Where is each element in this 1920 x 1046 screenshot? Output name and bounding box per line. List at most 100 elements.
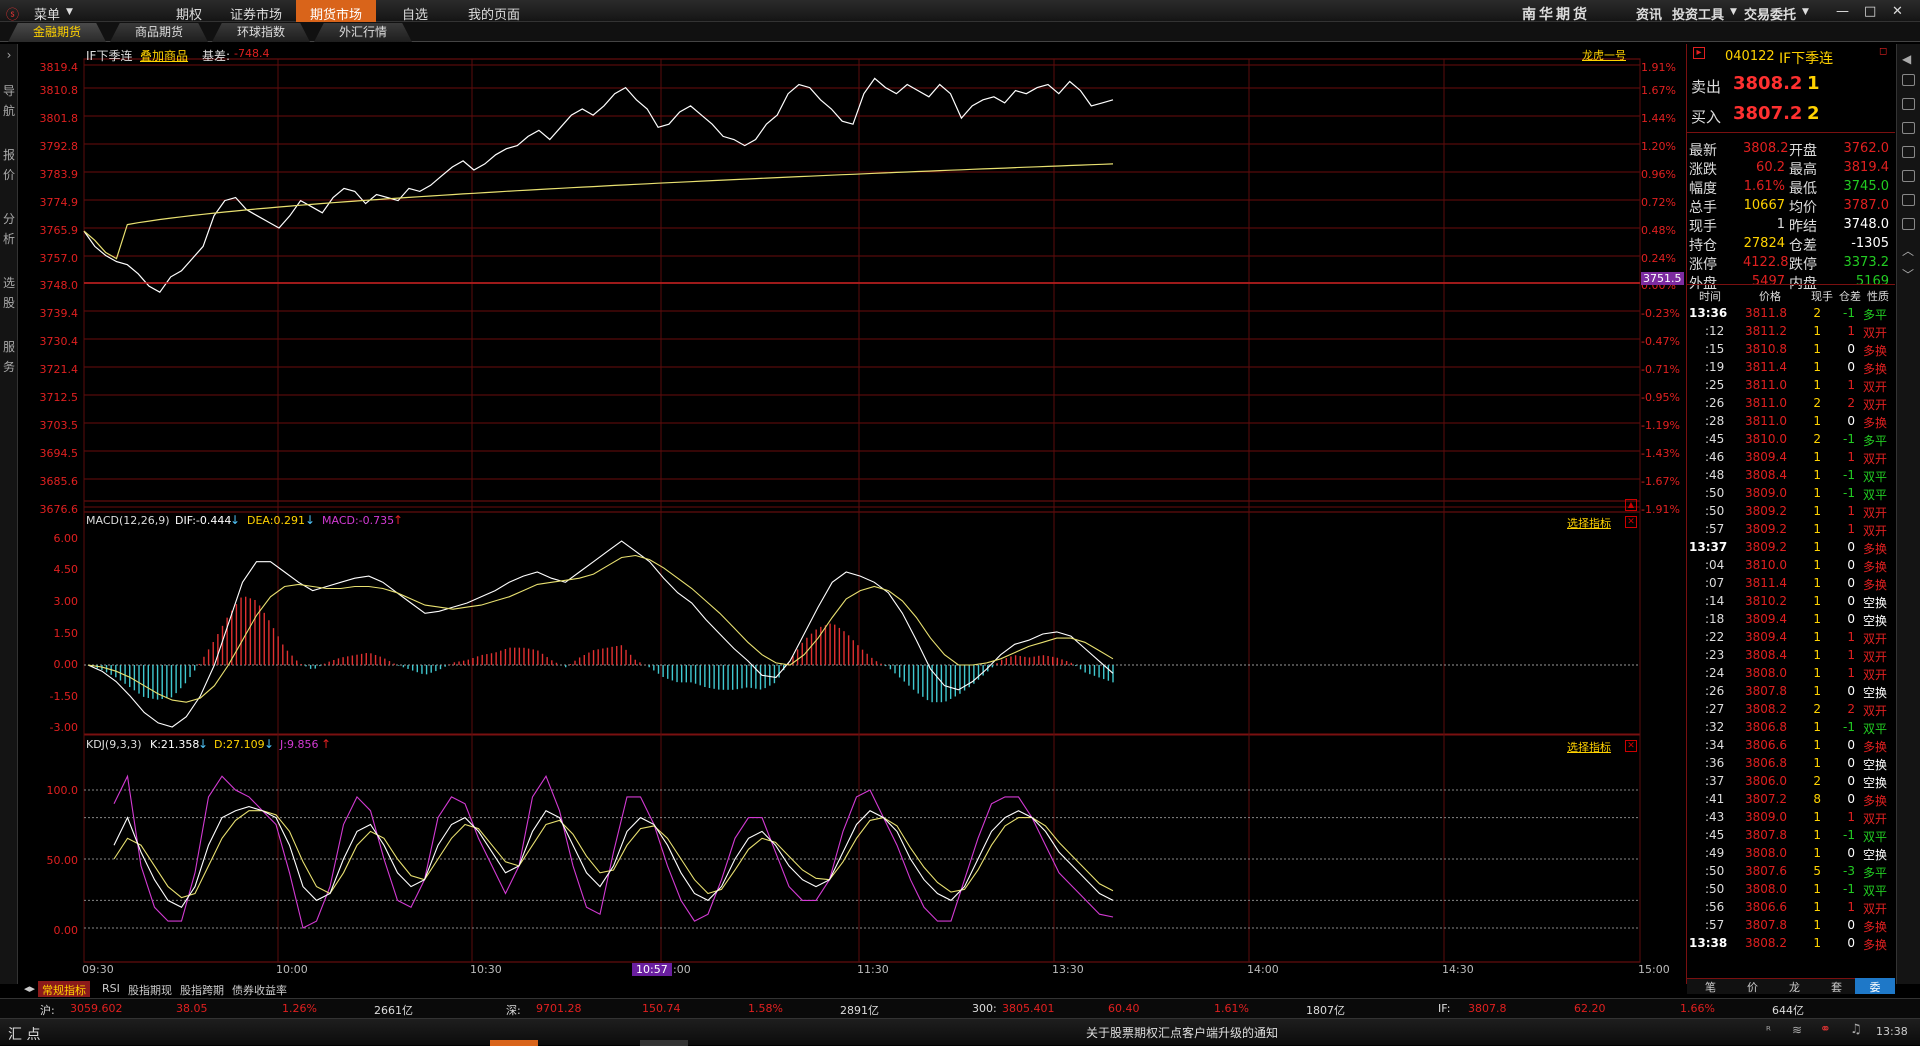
tick-nature: 多平 <box>1863 308 1888 322</box>
link-icon[interactable]: ⚭ <box>1820 1022 1831 1037</box>
price-tick-label: 3757.0 <box>39 252 79 265</box>
menu-tab-mypage[interactable]: 我的页面 <box>454 0 534 23</box>
tick-time: :56 <box>1705 900 1725 914</box>
tick-volume: 1 <box>1813 918 1821 932</box>
pct-tick-label: -1.43% <box>1641 447 1680 460</box>
chevron-up-icon[interactable]: ︿ <box>1902 242 1915 258</box>
status-value: 1807亿 <box>1306 1004 1345 1017</box>
menu-lines-icon[interactable] <box>1902 194 1915 206</box>
table-icon[interactable] <box>1902 170 1915 182</box>
tick-row: 13:37 3809.2 1 0 多换 <box>1687 539 1895 557</box>
tick-price: 3809.0 <box>1745 810 1787 824</box>
close-icon[interactable]: ◻ <box>1879 46 1887 57</box>
list-icon[interactable] <box>1902 122 1915 134</box>
minimize-icon[interactable]: — <box>1836 4 1849 19</box>
nav-char[interactable]: 航 <box>3 104 15 119</box>
menu-trade[interactable]: 交易委托 <box>1744 4 1796 23</box>
menu-tab-securities[interactable]: 证券市场 <box>216 0 296 23</box>
indicator-tab-rsi[interactable]: RSI <box>98 981 124 997</box>
menu-tools[interactable]: 投资工具 <box>1672 4 1724 23</box>
overlay-commodity-link[interactable]: 叠加商品 <box>140 47 188 64</box>
indicator-tab-inter-period[interactable]: 股指跨期 <box>176 981 228 997</box>
collapse-arrow-icon[interactable]: ◀ <box>1902 52 1915 66</box>
close-icon[interactable]: ✕ <box>1892 4 1903 19</box>
quote-char[interactable]: 报 <box>3 148 15 163</box>
indicator-tab-futures-spot[interactable]: 股指期现 <box>124 981 176 997</box>
service-char[interactable]: 服 <box>3 340 15 355</box>
nav-char[interactable]: 导 <box>3 84 15 99</box>
tick-time: :14 <box>1705 594 1725 608</box>
menu-tab-futures[interactable]: 期货市场 <box>296 0 377 23</box>
maximize-icon[interactable]: □ <box>1864 4 1876 19</box>
tick-row: :50 3809.0 1 -1 双平 <box>1687 485 1895 503</box>
tick-time: :12 <box>1705 324 1725 338</box>
play-icon[interactable]: ▸ <box>1693 47 1705 59</box>
tab-dragon[interactable]: 龙 <box>1785 978 1804 994</box>
doc-icon[interactable] <box>1902 146 1915 158</box>
menu-tab-options[interactable]: 期权 <box>162 0 216 23</box>
close-icon[interactable]: ✕ <box>1625 516 1637 528</box>
main-menu-button[interactable]: 菜单 <box>34 4 60 23</box>
quote-char[interactable]: 价 <box>3 168 15 183</box>
kdj-j: J:9.856 <box>280 738 319 751</box>
tick-row: :28 3811.0 1 0 多换 <box>1687 413 1895 431</box>
tick-time: 13:37 <box>1689 540 1728 554</box>
stat-value: -1305 <box>1851 236 1889 251</box>
collapse-panel-icon[interactable]: ▲ <box>1625 499 1637 511</box>
tab-order[interactable]: 委 <box>1855 978 1895 994</box>
status-value: 3805.401 <box>1002 1002 1055 1015</box>
tick-header-cell: 现手 <box>1811 290 1833 303</box>
tick-nature: 双平 <box>1863 470 1888 484</box>
stock-pick-char[interactable]: 选 <box>3 276 15 291</box>
tick-time: :15 <box>1705 342 1725 356</box>
status-value: 644亿 <box>1772 1004 1804 1017</box>
macd-select-indicator[interactable]: 选择指标 <box>1567 515 1611 531</box>
subtab-forex[interactable]: 外汇行情 <box>314 23 412 42</box>
chevron-down-icon[interactable]: ﹀ <box>1902 266 1915 282</box>
dragon-tiger-link[interactable]: 龙虎一号 <box>1582 47 1626 63</box>
chart-icon[interactable] <box>1902 98 1915 110</box>
tick-oi-change: 1 <box>1847 666 1855 680</box>
tab-ticks[interactable]: 笔 <box>1701 978 1720 994</box>
tab-price[interactable]: 价 <box>1743 978 1762 994</box>
notice-link[interactable]: 关于股票期权汇点客户端升级的通知 <box>1086 1024 1278 1041</box>
time-tick-label: 11:30 <box>857 963 889 976</box>
analysis-char[interactable]: 分 <box>3 212 15 227</box>
indicator-tab-general[interactable]: 常规指标 <box>38 981 90 997</box>
price-tick-label: 3739.4 <box>39 307 79 320</box>
menu-tab-watchlist[interactable]: 自选 <box>388 0 442 23</box>
tick-volume: 1 <box>1813 414 1821 428</box>
tick-header-cell: 仓差 <box>1839 290 1861 303</box>
status-value: 300: <box>972 1002 997 1015</box>
pct-tick-label: 0.72% <box>1641 196 1676 209</box>
stat-label: 跌停 <box>1789 257 1817 273</box>
arrow-up-icon: ↑ <box>321 737 332 751</box>
chart-area[interactable] <box>20 44 1686 980</box>
menu-news[interactable]: 资讯 <box>1636 4 1662 23</box>
tick-row: :36 3806.8 1 0 空换 <box>1687 755 1895 773</box>
menu-bar: ⓢ 菜单 ▼ 期权 证券市场 期货市场 自选 我的页面 南华期货 资讯 投资工具… <box>0 0 1920 23</box>
subtab-financial-futures[interactable]: 金融期货 <box>8 23 106 42</box>
tick-volume: 2 <box>1813 396 1821 410</box>
tick-oi-change: 1 <box>1847 630 1855 644</box>
grid-icon[interactable] <box>1902 74 1915 86</box>
scroll-arrows-icon[interactable]: ◂▸ <box>20 981 39 997</box>
analysis-char[interactable]: 析 <box>3 232 15 247</box>
service-char[interactable]: 务 <box>3 360 15 375</box>
tick-nature: 双平 <box>1863 722 1888 736</box>
indicator-tab-bond-yield[interactable]: 债券收益率 <box>228 981 291 997</box>
stat-value: 27824 <box>1743 236 1785 251</box>
bell-icon[interactable]: ♫ <box>1850 1022 1862 1037</box>
stock-pick-char[interactable]: 股 <box>3 296 15 311</box>
expand-arrow-icon[interactable]: › <box>3 48 15 63</box>
tab-arbitrage[interactable]: 套 <box>1827 978 1846 994</box>
subtab-commodity-futures[interactable]: 商品期货 <box>110 23 208 42</box>
close-icon[interactable]: ✕ <box>1625 740 1637 752</box>
tick-row: :32 3806.8 1 -1 双平 <box>1687 719 1895 737</box>
tick-row: :19 3811.4 1 0 多换 <box>1687 359 1895 377</box>
subtab-global-index[interactable]: 环球指数 <box>212 23 310 42</box>
tick-row: :50 3807.6 5 -3 多平 <box>1687 863 1895 881</box>
screen-icon[interactable] <box>1902 218 1915 230</box>
macd-tick-label: 6.00 <box>53 532 79 545</box>
kdj-select-indicator[interactable]: 选择指标 <box>1567 739 1611 755</box>
